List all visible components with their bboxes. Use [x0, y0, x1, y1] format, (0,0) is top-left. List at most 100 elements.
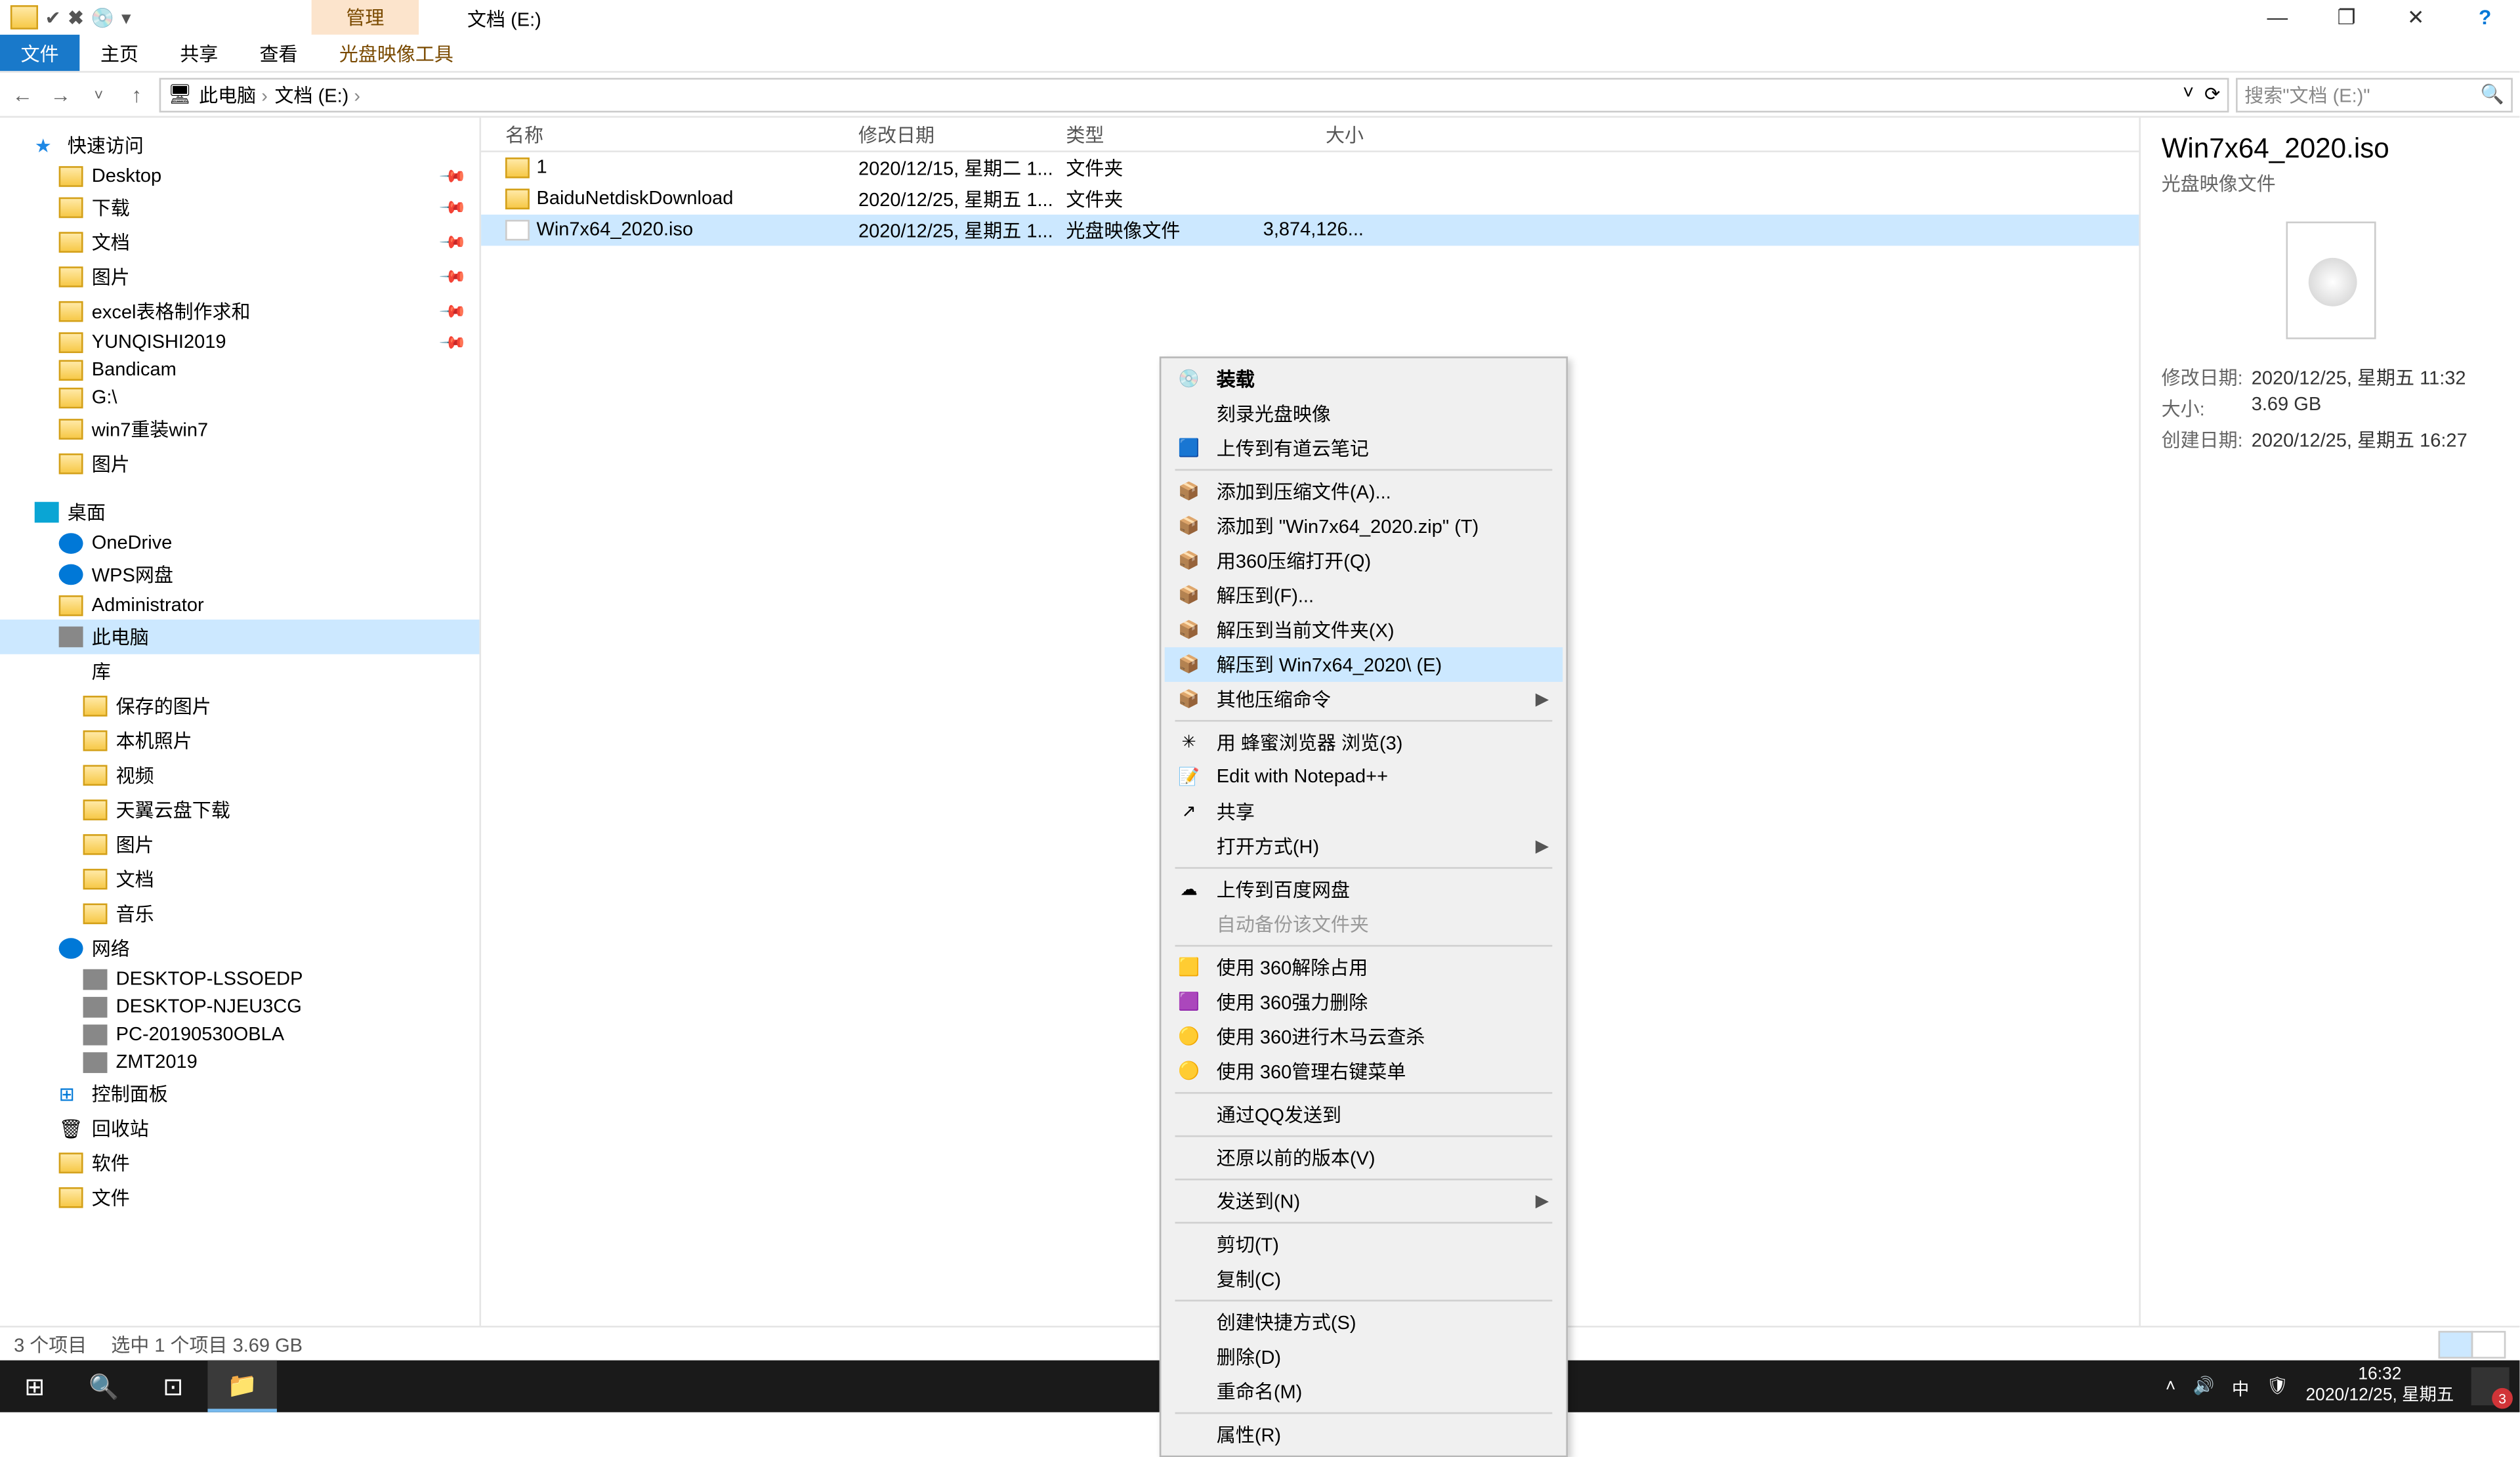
up-button[interactable]: ↑	[121, 82, 152, 106]
address-bar[interactable]: 🖥 此电脑 文档 (E:) ˅ ⟳	[159, 77, 2229, 112]
tree-item[interactable]: 音乐	[0, 897, 479, 931]
context-menu-item[interactable]: 📦解压到当前文件夹(X)	[1165, 612, 1563, 647]
back-button[interactable]: ←	[7, 82, 38, 106]
context-menu-item[interactable]: 还原以前的版本(V)	[1165, 1141, 1563, 1175]
tree-files[interactable]: 文件	[0, 1180, 479, 1215]
view-icons-button[interactable]	[2471, 1330, 2506, 1358]
tree-soft[interactable]: 软件	[0, 1146, 479, 1181]
tree-item[interactable]: 文档	[0, 862, 479, 897]
tree-item[interactable]: 本机照片	[0, 723, 479, 758]
context-menu-item[interactable]: ☁上传到百度网盘	[1165, 872, 1563, 907]
context-menu-item[interactable]: 🟡使用 360进行木马云查杀	[1165, 1019, 1563, 1054]
tree-item[interactable]: Desktop📌	[0, 163, 479, 190]
addr-dropdown-icon[interactable]: ˅	[2183, 83, 2194, 106]
context-menu-item[interactable]: 🟪使用 360强力删除	[1165, 984, 1563, 1019]
context-menu-item[interactable]: 属性(R)	[1165, 1418, 1563, 1452]
tree-item[interactable]: DESKTOP-NJEU3CG	[0, 994, 479, 1021]
qat-check-icon[interactable]: ✔	[45, 6, 61, 28]
tree-item[interactable]: 图片📌	[0, 260, 479, 295]
breadcrumb[interactable]: 此电脑	[199, 81, 268, 108]
recent-dropdown[interactable]: ˅	[83, 86, 114, 103]
context-menu-item[interactable]: 📝Edit with Notepad++	[1165, 760, 1563, 795]
context-menu-item[interactable]: 刻录光盘映像	[1165, 396, 1563, 431]
maximize-button[interactable]: ❐	[2312, 0, 2381, 35]
context-menu-item[interactable]: 📦解压到(F)...	[1165, 578, 1563, 613]
ime-icon[interactable]: 中	[2232, 1373, 2249, 1399]
context-menu-item[interactable]: ↗共享	[1165, 794, 1563, 829]
breadcrumb[interactable]: 文档 (E:)	[275, 81, 361, 108]
notification-button[interactable]: 3	[2471, 1367, 2510, 1405]
taskbar-clock[interactable]: 16:32 2020/12/25, 星期五	[2306, 1366, 2454, 1407]
context-menu-item[interactable]: 📦添加到压缩文件(A)...	[1165, 475, 1563, 509]
tree-item[interactable]: 下载📌	[0, 190, 479, 225]
search-button[interactable]: 🔍	[69, 1361, 138, 1412]
context-menu-item[interactable]: 💿装载	[1165, 362, 1563, 396]
minimize-button[interactable]: —	[2243, 0, 2312, 35]
context-menu-item[interactable]: 📦解压到 Win7x64_2020\ (E)	[1165, 647, 1563, 682]
context-menu-item[interactable]: 删除(D)	[1165, 1340, 1563, 1374]
manage-tab[interactable]: 管理	[312, 0, 419, 35]
qat-disk-icon[interactable]: 💿	[91, 6, 114, 28]
view-details-button[interactable]	[2439, 1330, 2473, 1358]
tree-item[interactable]: Administrator	[0, 592, 479, 620]
forward-button[interactable]: →	[45, 82, 76, 106]
tree-item[interactable]: G:\	[0, 384, 479, 412]
context-menu-item[interactable]: 📦其他压缩命令▶	[1165, 682, 1563, 717]
security-icon[interactable]: 🛡	[2267, 1377, 2288, 1396]
file-row[interactable]: Win7x64_2020.iso2020/12/25, 星期五 1...光盘映像…	[481, 215, 2139, 245]
refresh-icon[interactable]: ⟳	[2204, 83, 2220, 106]
context-menu-item[interactable]: 📦添加到 "Win7x64_2020.zip" (T)	[1165, 509, 1563, 543]
search-input[interactable]: 搜索"文档 (E:)" 🔍	[2236, 77, 2513, 112]
explorer-taskbar-button[interactable]: 📁	[207, 1361, 276, 1412]
tab-share[interactable]: 共享	[159, 35, 239, 71]
context-menu-item[interactable]: 重命名(M)	[1165, 1374, 1563, 1409]
close-button[interactable]: ✕	[2382, 0, 2450, 35]
tree-item[interactable]: WPS网盘	[0, 557, 479, 592]
tree-item[interactable]: 保存的图片	[0, 689, 479, 724]
col-date[interactable]: 修改日期	[858, 120, 1066, 148]
context-menu-item[interactable]: 发送到(N)▶	[1165, 1184, 1563, 1219]
tree-desktop[interactable]: 桌面	[0, 495, 479, 530]
tree-recycle[interactable]: 🗑回收站	[0, 1111, 479, 1146]
tree-item[interactable]: Bandicam	[0, 356, 479, 384]
tree-item[interactable]: PC-20190530OBLA	[0, 1021, 479, 1049]
context-menu-item[interactable]: 剪切(T)	[1165, 1227, 1563, 1262]
context-menu-item[interactable]: 🟨使用 360解除占用	[1165, 950, 1563, 985]
col-size[interactable]: 大小	[1239, 120, 1377, 148]
tree-item[interactable]: YUNQISHI2019📌	[0, 329, 479, 356]
tree-item[interactable]: OneDrive	[0, 530, 479, 557]
file-row[interactable]: 12020/12/15, 星期二 1...文件夹	[481, 152, 2139, 183]
tree-item[interactable]: 图片	[0, 827, 479, 862]
tree-item[interactable]: excel表格制作求和📌	[0, 294, 479, 329]
tree-panel[interactable]: ⊞控制面板	[0, 1076, 479, 1111]
context-menu-item[interactable]: 🟡使用 360管理右键菜单	[1165, 1054, 1563, 1089]
tree-item[interactable]: 图片	[0, 446, 479, 481]
context-menu-item[interactable]: 打开方式(H)▶	[1165, 829, 1563, 864]
help-button[interactable]: ?	[2450, 0, 2519, 35]
context-menu-item[interactable]: 📦用360压缩打开(Q)	[1165, 543, 1563, 578]
tab-view[interactable]: 查看	[239, 35, 318, 71]
tree-item[interactable]: 此电脑	[0, 620, 479, 654]
context-menu-item[interactable]: 复制(C)	[1165, 1261, 1563, 1296]
tree-item[interactable]: 文档📌	[0, 225, 479, 260]
file-row[interactable]: BaiduNetdiskDownload2020/12/25, 星期五 1...…	[481, 184, 2139, 215]
start-button[interactable]: ⊞	[0, 1361, 69, 1412]
context-menu-item[interactable]: 通过QQ发送到	[1165, 1097, 1563, 1132]
tab-tool[interactable]: 光盘映像工具	[318, 35, 474, 71]
volume-icon[interactable]: 🔊	[2193, 1377, 2215, 1396]
tree-item[interactable]: win7重装win7	[0, 412, 479, 447]
context-menu-item[interactable]: 创建快捷方式(S)	[1165, 1305, 1563, 1340]
tree-item[interactable]: 天翼云盘下载	[0, 793, 479, 828]
qat-dropdown-icon[interactable]: ▾	[121, 6, 131, 28]
tray-chevron-icon[interactable]: ˄	[2166, 1377, 2175, 1396]
tree-item[interactable]: ZMT2019	[0, 1049, 479, 1076]
tree-network[interactable]: 网络	[0, 931, 479, 966]
tab-file[interactable]: 文件	[0, 35, 79, 71]
tree-item[interactable]: 视频	[0, 758, 479, 793]
tree-item[interactable]: DESKTOP-LSSOEDP	[0, 965, 479, 993]
qat-close-icon[interactable]: ✖	[68, 6, 83, 28]
context-menu-item[interactable]: ✳用 蜂蜜浏览器 浏览(3)	[1165, 725, 1563, 760]
col-type[interactable]: 类型	[1066, 120, 1239, 148]
tree-item[interactable]: 库	[0, 654, 479, 689]
col-name[interactable]: 名称	[481, 120, 858, 148]
